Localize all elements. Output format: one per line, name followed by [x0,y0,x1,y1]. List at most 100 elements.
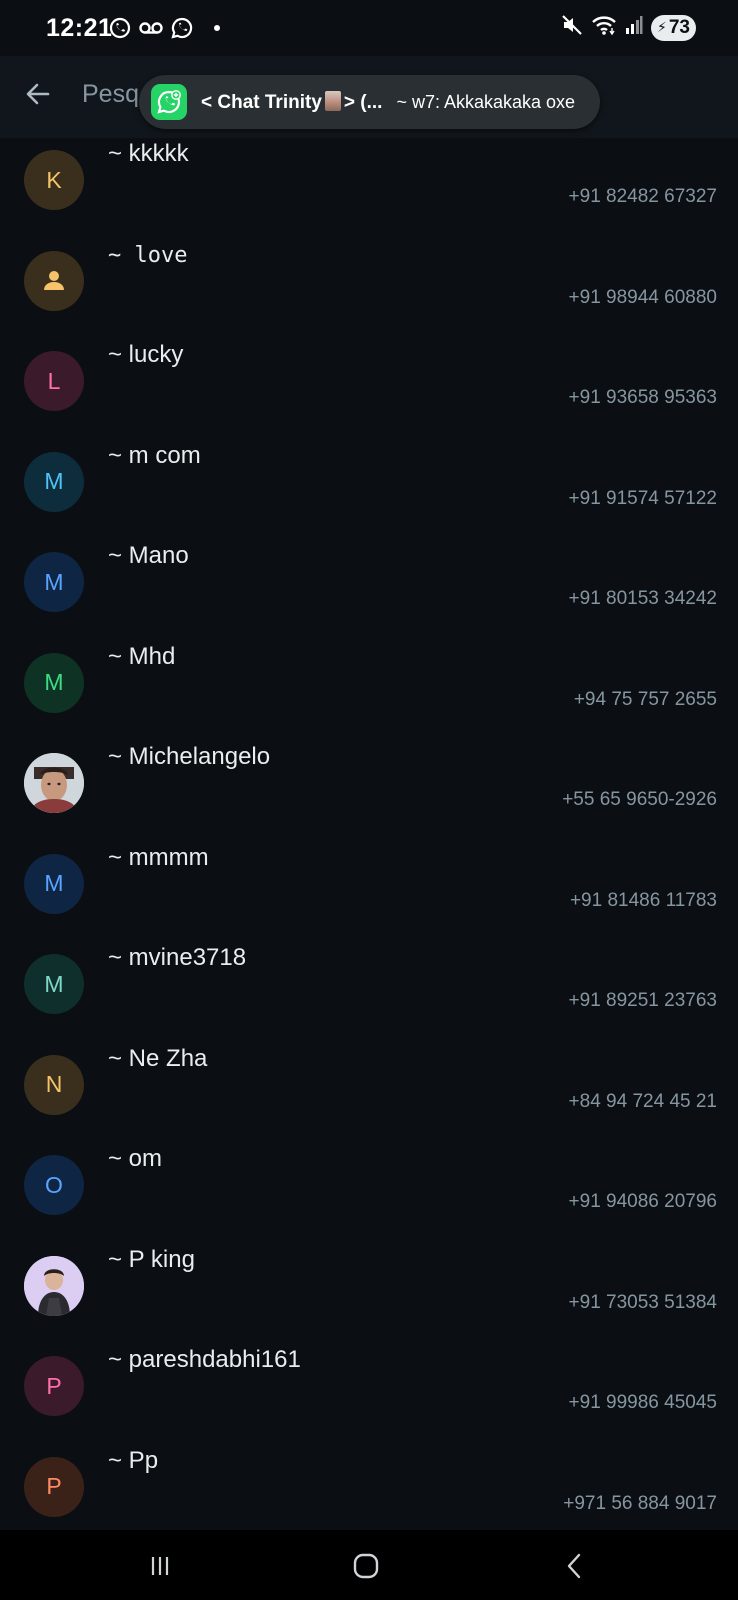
avatar[interactable]: P [24,1356,84,1416]
nav-back-button[interactable] [555,1548,595,1584]
contact-phone: +91 73053 51384 [568,1291,717,1313]
avatar[interactable]: M [24,451,84,512]
voicemail-icon [138,18,164,38]
avatar[interactable]: M [24,652,84,713]
contact-row[interactable]: M ~ Mhd +94 75 757 2655 [0,641,738,741]
contact-name: ~ Mhd [108,642,176,670]
notification-dot [214,25,220,31]
wifi-icon [591,14,617,41]
mute-icon [561,14,583,41]
contact-phone: +91 82482 67327 [568,186,717,207]
contact-name: ~ Michelangelo [108,743,271,770]
contact-name: ~ P king [108,1245,195,1273]
avatar-initial: N [45,1071,63,1097]
status-right-icons: ⚡︎ 73 [561,14,696,41]
whatsapp-app-icon [151,84,187,120]
navigation-bar [0,1530,738,1600]
contact-phone: +91 99986 45045 [568,1392,717,1413]
avatar-initial: M [44,468,64,494]
contact-phone: +55 65 9650-2926 [562,789,717,810]
contact-row[interactable]: M ~ mvine3718 +91 89251 23763 [0,942,738,1042]
contact-row[interactable]: P ~ Pp +971 56 884 9017 [0,1445,738,1531]
contact-name: ~ kkkkk [108,140,189,167]
contact-row[interactable]: L ~ lucky +91 93658 95363 [0,339,738,439]
status-bar: 12:21 ⚡︎ 73 [0,0,738,56]
contact-phone: +91 98944 60880 [568,286,717,308]
photo-avatar-cartoon-image [24,1255,84,1316]
contact-name: ~ Mano [108,542,189,569]
notification-message: ~ w7: Akkakakaka oxe [396,91,576,112]
avatar-initial: O [45,1171,63,1198]
contact-phone: +971 56 884 9017 [563,1492,717,1514]
back-icon [567,1553,581,1579]
contact-row[interactable]: K ~ kkkkk +91 82482 67327 [0,138,738,238]
battery-indicator: ⚡︎ 73 [651,14,696,41]
avatar[interactable]: O [24,1155,84,1215]
avatar[interactable]: M [24,552,84,612]
contact-row[interactable]: M ~ m com +91 91574 57122 [0,440,738,540]
photo-avatar-man[interactable] [24,753,84,813]
recents-icon [151,1557,169,1575]
contact-phone: +91 94086 20796 [568,1191,717,1212]
status-time: 12:21 [46,14,113,42]
avatar[interactable]: M [24,853,84,914]
card-emoji-icon [324,90,341,111]
contact-name: ~ Ne Zha [108,1044,208,1072]
contact-phone: +91 91574 57122 [568,487,717,509]
notification-group-name: < Chat Trinity > (... [201,90,383,114]
photo-avatar-cartoon[interactable] [24,1255,84,1316]
person-icon [44,270,64,290]
arrow-left-icon [26,83,50,105]
avatar-initial: L [47,367,61,394]
avatar[interactable]: N [24,1054,84,1115]
contact-row[interactable]: M ~ mmmm +91 81486 11783 [0,842,738,942]
battery-charging-icon: ⚡︎ [657,19,667,35]
notification-group-suffix: > (... [343,91,383,113]
avatar-initial: M [44,669,64,695]
contact-row[interactable]: M ~ Mano +91 80153 34242 [0,540,738,640]
contact-list[interactable]: K ~ kkkkk +91 82482 67327 ~ love +91 98944 6… [0,138,738,1530]
contact-name: ~ mvine3718 [108,944,247,971]
contact-phone: +84 94 724 45 21 [568,1090,717,1112]
contact-name: ~ m com [108,441,201,469]
signal-icon [625,15,643,40]
contact-name: ~ lucky [108,341,184,368]
avatar[interactable]: M [24,954,84,1014]
photo-avatar-man-image [24,753,84,813]
contact-row[interactable]: N ~ Ne Zha +84 94 724 45 21 [0,1043,738,1143]
contact-name: ~ om [108,1145,163,1172]
avatar-initial: P [46,1473,62,1499]
avatar-initial: M [44,568,64,595]
contact-row[interactable]: ~ love +91 98944 60880 [0,239,738,339]
contact-phone: +91 93658 95363 [568,387,717,408]
contact-phone: +91 89251 23763 [568,990,717,1011]
avatar-initial: M [44,970,64,997]
recents-button[interactable] [140,1548,180,1584]
avatar[interactable]: L [24,351,84,411]
contact-phone: +91 80153 34242 [568,588,717,609]
battery-level: 73 [668,16,690,38]
search-input[interactable]: Pesq [82,80,139,109]
avatar-initial: M [44,870,64,896]
contact-name: ~ love [108,242,188,268]
avatar[interactable]: P [24,1456,84,1517]
notification-group-prefix: < Chat Trinity [201,91,322,113]
avatar[interactable] [24,250,84,311]
contact-row[interactable]: ~ Michelangelo +55 65 9650-2926 [0,741,738,841]
contact-phone: +91 81486 11783 [569,889,717,911]
avatar-initial: K [46,166,62,193]
home-icon [353,1553,379,1579]
whatsapp-status-icon [108,16,132,40]
contact-name: ~ Pp [108,1446,159,1474]
contact-row[interactable]: P ~ pareshdabhi161 +91 99986 45045 [0,1344,738,1444]
contact-name: ~ mmmm [108,843,209,871]
notification-bubble[interactable]: < Chat Trinity > (... ~ w7: Akkakakaka ox… [139,75,600,129]
avatar-initial: P [46,1372,62,1399]
contact-row[interactable]: ~ P king +91 73053 51384 [0,1244,738,1344]
contact-name: ~ pareshdabhi161 [108,1346,301,1373]
back-button[interactable] [18,74,58,114]
contact-phone: +94 75 757 2655 [573,688,717,710]
avatar[interactable]: K [24,150,84,210]
home-button[interactable] [346,1548,386,1584]
contact-row[interactable]: O ~ om +91 94086 20796 [0,1143,738,1243]
